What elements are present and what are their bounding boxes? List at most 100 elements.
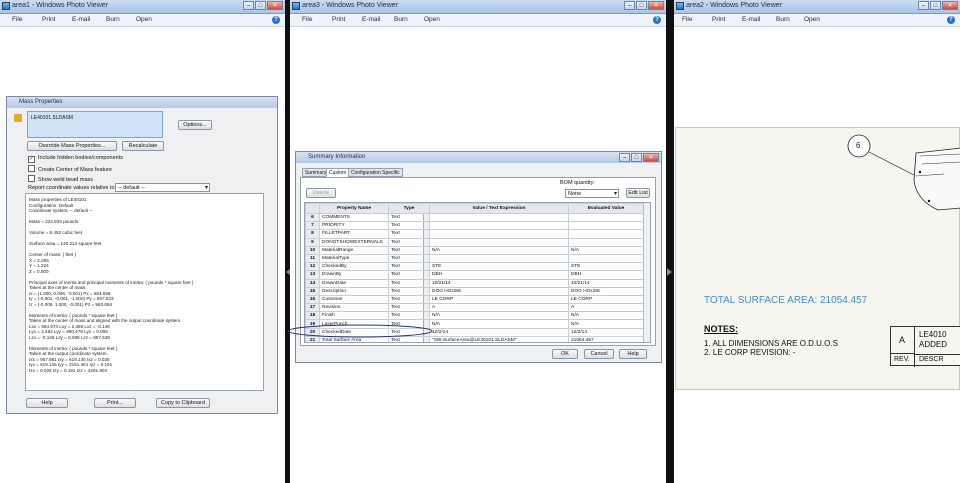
ok-button[interactable]: OK [552, 349, 578, 359]
close-button[interactable]: ✕ [648, 1, 664, 10]
minimize-button[interactable]: – [243, 1, 254, 10]
table-cell[interactable]: DOG HOUSE [429, 286, 569, 296]
recalculate-button[interactable]: Recalculate [122, 141, 164, 151]
table-row[interactable]: 12 CheckedBy Text STE STE [305, 262, 644, 272]
table-cell[interactable] [429, 212, 569, 223]
close-button[interactable]: ✕ [942, 1, 958, 10]
close-button[interactable]: ✕ [267, 1, 283, 10]
table-cell[interactable]: A [568, 303, 644, 313]
column-header[interactable]: Evaluated Value [568, 203, 644, 214]
menu-file[interactable]: File [12, 16, 22, 23]
table-cell[interactable]: N/A [429, 311, 569, 321]
table-cell[interactable]: STE [429, 262, 569, 272]
print-button[interactable]: Print... [94, 398, 136, 408]
table-row[interactable]: 7 PRIORITY Text [305, 221, 644, 231]
include-hidden-checkbox[interactable]: Include hidden bodies/components [28, 155, 123, 163]
table-cell[interactable]: A [429, 303, 569, 313]
help-icon[interactable]: ? [947, 16, 955, 24]
edit-list-button[interactable]: Edit List [626, 188, 650, 198]
options-button[interactable]: Options... [178, 120, 212, 130]
menu-email[interactable]: E-mail [742, 16, 760, 23]
table-row[interactable]: 17 Revision Text A A [305, 303, 644, 313]
table-row[interactable]: 8 FILLETPART Text [305, 229, 644, 239]
column-header[interactable]: Type [388, 203, 430, 214]
menu-file[interactable]: File [302, 16, 312, 23]
table-cell[interactable]: Text [388, 294, 430, 305]
grid-scrollbar[interactable] [643, 203, 650, 342]
menu-print[interactable]: Print [712, 16, 725, 23]
table-cell[interactable]: N/A [429, 245, 569, 255]
table-cell[interactable]: LE CORP [429, 294, 569, 305]
minimize-button[interactable]: – [624, 1, 635, 10]
table-cell[interactable]: MaterialRange [319, 245, 389, 255]
bom-quantity-select[interactable]: None [565, 189, 619, 198]
title-bar[interactable]: area3 - Windows Photo Viewer – □ ✕ [290, 0, 666, 14]
table-cell[interactable]: CheckedBy [319, 262, 389, 272]
table-cell[interactable]: 10/21/14 [429, 278, 569, 288]
table-row[interactable]: 11 MaterialType Text [305, 253, 644, 264]
dialog-maximize-button[interactable]: □ [631, 153, 642, 162]
delete-button[interactable]: Delete [306, 188, 336, 198]
table-row[interactable]: 18 Finish Text N/A N/A [305, 311, 644, 321]
table-cell[interactable]: N/A [429, 319, 569, 329]
dialog-close-button[interactable]: ✕ [643, 153, 659, 162]
menu-burn[interactable]: Burn [106, 16, 120, 23]
table-cell[interactable]: Text [388, 253, 430, 264]
table-row[interactable]: 9 DONOTSHOWEXTERNALS Text [305, 237, 644, 247]
table-cell[interactable] [568, 229, 644, 239]
menu-burn[interactable]: Burn [776, 16, 790, 23]
menu-open[interactable]: Open [804, 16, 820, 23]
table-cell[interactable]: N/A [568, 245, 644, 255]
menu-email[interactable]: E-mail [72, 16, 90, 23]
show-weld-bead-checkbox[interactable]: Show weld bead mass [28, 175, 93, 183]
table-row[interactable]: 14 DrawnDate Text 10/21/14 10/21/14 [305, 278, 644, 288]
menu-print[interactable]: Print [332, 16, 345, 23]
table-cell[interactable]: FILLETPART [319, 229, 389, 239]
table-cell[interactable]: MaterialType [319, 253, 389, 264]
table-row[interactable]: 10 MaterialRange Text N/A N/A [305, 245, 644, 255]
column-header[interactable]: Value / Text Expression [429, 203, 569, 214]
table-cell[interactable]: Text [388, 229, 430, 239]
create-center-of-mass-checkbox[interactable]: Create Center of Mass feature [28, 165, 112, 173]
override-mass-properties-button[interactable]: Override Mass Properties... [27, 141, 117, 151]
tab-custom[interactable]: Custom [326, 168, 350, 177]
title-bar[interactable]: area2 - Windows Photo Viewer – □ ✕ [674, 0, 960, 14]
menu-email[interactable]: E-mail [362, 16, 380, 23]
table-row[interactable]: 16 Customer Text LE CORP LE CORP [305, 294, 644, 305]
table-cell[interactable]: Text [388, 278, 430, 288]
help-icon[interactable]: ? [653, 16, 661, 24]
table-row[interactable]: 15 Description Text DOG HOUSE DOG HOUSE [305, 286, 644, 296]
table-cell[interactable]: Text [388, 262, 430, 272]
menu-open[interactable]: Open [136, 16, 152, 23]
table-cell[interactable]: Text [388, 303, 430, 313]
table-cell[interactable]: DrawnBy [319, 270, 389, 280]
minimize-button[interactable]: – [918, 1, 929, 10]
maximize-button[interactable]: □ [255, 1, 266, 10]
table-cell[interactable]: 21054.457 [568, 335, 644, 342]
dialog-help-button[interactable]: Help [619, 349, 647, 359]
table-cell[interactable]: DONOTSHOWEXTERNALS [319, 237, 389, 247]
dialog-minimize-button[interactable]: – [619, 153, 630, 162]
table-cell[interactable]: DOG HOUSE [568, 286, 644, 296]
table-cell[interactable]: LE CORP [568, 294, 644, 305]
table-cell[interactable]: COMMENTS [319, 212, 389, 223]
maximize-button[interactable]: □ [636, 1, 647, 10]
table-cell[interactable]: N/A [568, 319, 644, 329]
maximize-button[interactable]: □ [930, 1, 941, 10]
table-cell[interactable]: PRIORITY [319, 221, 389, 231]
table-cell[interactable]: Text [388, 286, 430, 296]
coordinate-system-select[interactable]: -- default -- [115, 183, 210, 192]
tab-configuration-specific[interactable]: Configuration Specific [348, 168, 403, 177]
title-bar[interactable]: area1 - Windows Photo Viewer – □ ✕ [0, 0, 285, 14]
selected-items-box[interactable]: LE40101.SLDASM [27, 111, 163, 138]
table-cell[interactable]: Text [388, 237, 430, 247]
table-cell[interactable] [568, 237, 644, 247]
menu-open[interactable]: Open [424, 16, 440, 23]
table-cell[interactable]: 12/2/14 [568, 327, 644, 337]
table-cell[interactable]: Text [388, 270, 430, 280]
help-icon[interactable]: ? [272, 16, 280, 24]
table-cell[interactable]: DrawnDate [319, 278, 389, 288]
table-cell[interactable]: Customer [319, 294, 389, 305]
table-cell[interactable] [568, 212, 644, 223]
table-cell[interactable]: Description [319, 286, 389, 296]
